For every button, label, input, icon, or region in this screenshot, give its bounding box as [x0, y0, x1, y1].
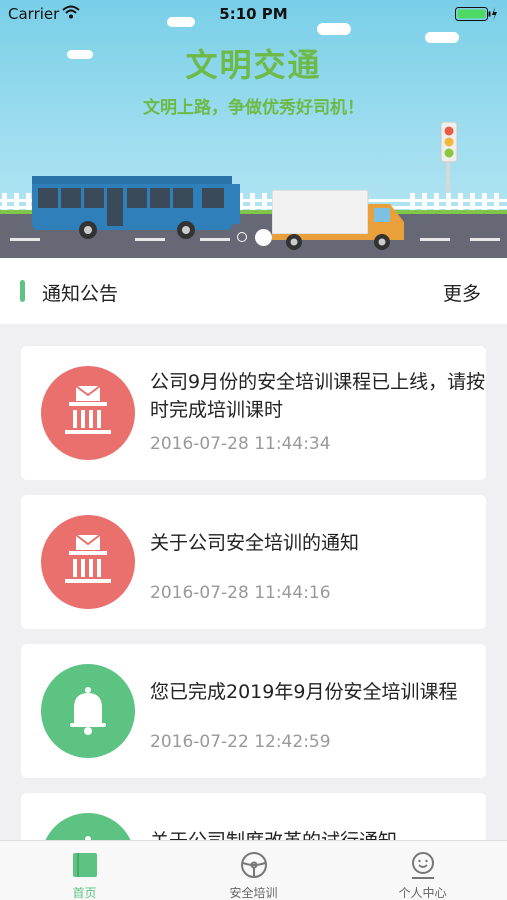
truck-illustration [272, 190, 404, 250]
notice-card[interactable]: 您已完成2019年9月份安全培训课程 2016-07-22 12:42:59 [21, 644, 486, 778]
tab-home[interactable]: 首页 [0, 841, 169, 900]
notice-title: 您已完成2019年9月份安全培训课程 [150, 681, 458, 703]
notice-time: 2016-07-22 12:42:59 [150, 732, 331, 752]
tab-safety-training[interactable]: 安全培训 [169, 841, 338, 900]
tab-label: 首页 [72, 886, 97, 900]
user-icon [412, 852, 434, 879]
tab-bar: 首页 安全培训 个人中心 [0, 840, 507, 900]
section-title: 通知公告 [42, 283, 119, 305]
notice-time: 2016-07-28 11:44:16 [150, 583, 331, 603]
tab-label: 安全培训 [229, 886, 278, 900]
section-accent-bar [20, 280, 25, 302]
status-bar: Carrier 5:10 PM [0, 0, 507, 28]
notice-card[interactable]: 公司9月份的安全培训课程已上线，请按时完成培训课时 2016-07-28 11:… [21, 346, 486, 480]
battery-icon [455, 7, 497, 21]
road-marking [420, 238, 450, 241]
notice-title: 关于公司安全培训的通知 [150, 532, 360, 554]
banner-title: 文明交通 [185, 46, 322, 84]
bus-illustration [32, 176, 240, 239]
page-indicator-dot-active[interactable] [255, 229, 272, 246]
notice-time: 2016-07-28 11:44:34 [150, 434, 331, 454]
institution-mail-icon [41, 515, 135, 609]
home-icon [73, 853, 97, 877]
banner-carousel[interactable]: 文明交通 文明上路，争做优秀好司机！ Carrier 5:10 PM [0, 0, 507, 258]
road-marking [470, 238, 500, 241]
notice-section-header: 通知公告 更多 [0, 258, 507, 324]
tab-profile[interactable]: 个人中心 [338, 841, 507, 900]
notice-card[interactable]: 关于公司安全培训的通知 2016-07-28 11:44:16 [21, 495, 486, 629]
tab-label: 个人中心 [398, 886, 447, 900]
page-indicator-dot[interactable] [237, 232, 247, 242]
institution-mail-icon [41, 366, 135, 460]
bell-icon [41, 664, 135, 758]
clock: 5:10 PM [219, 5, 288, 23]
steering-wheel-icon [241, 852, 267, 878]
notice-title: 公司9月份的安全培训课程已上线，请按时完成培训课时 [150, 371, 486, 421]
more-link[interactable]: 更多 [443, 279, 481, 306]
banner-subtitle: 文明上路，争做优秀好司机！ [143, 98, 364, 118]
